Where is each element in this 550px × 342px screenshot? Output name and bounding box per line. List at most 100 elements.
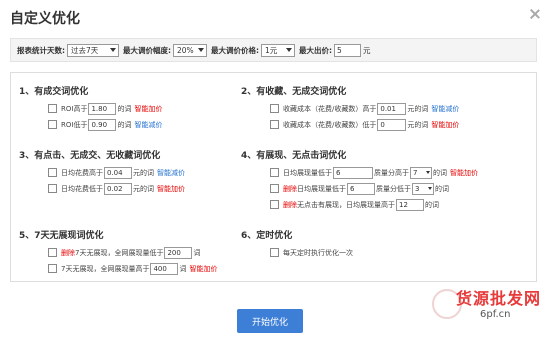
rule-checkbox[interactable] xyxy=(270,200,279,209)
delete-tag: 删除 xyxy=(283,184,297,193)
days-label: 报表统计天数: xyxy=(17,45,65,55)
impressions-high-input[interactable]: 12 xyxy=(396,198,424,211)
section-2: 2、有收藏、无成交词优化 收藏成本（花费/收藏数）高于 0.01 元的词 智能减… xyxy=(241,85,459,131)
network-impressions-high-input[interactable]: 400 xyxy=(150,262,179,275)
rule-text: 的词 xyxy=(425,200,439,209)
rule-text: ROI低于 xyxy=(61,120,88,129)
rule-row: 收藏成本（花费/收藏数）低于 0 元的词 智能加价 xyxy=(241,118,459,131)
rule-text: 的词 xyxy=(435,184,449,193)
daily-cost-low-input[interactable]: 0.02 xyxy=(104,182,132,195)
decrease-tag: 智能减价 xyxy=(157,168,185,177)
rule-checkbox[interactable] xyxy=(270,120,279,129)
rule-row: ROI高于 1.80 的词 智能加价 xyxy=(19,102,162,115)
max-bid-label: 最大出价: xyxy=(299,45,332,55)
watermark: 货源批发网 6pf.cn xyxy=(430,283,548,339)
rule-text: 7天无展现，全网展现量低于 xyxy=(75,248,164,257)
section-title: 5、7天无展现词优化 xyxy=(19,231,104,241)
rule-row: 日均花费低于 0.02 元的词 智能加价 xyxy=(19,182,185,195)
rule-text: 质量分低于 xyxy=(376,184,411,193)
max-bid-input[interactable]: 5 xyxy=(334,43,361,57)
rule-checkbox[interactable] xyxy=(270,168,279,177)
fav-cost-high-input[interactable]: 0.01 xyxy=(377,102,407,115)
rule-text: 元的词 xyxy=(407,104,429,113)
rule-text: 的词 xyxy=(117,120,132,129)
rule-row: 删除 7天无展现，全网展现量低于 200 词 xyxy=(19,246,217,259)
rule-checkbox[interactable] xyxy=(270,248,279,257)
chevron-down-icon xyxy=(426,171,430,174)
rule-checkbox[interactable] xyxy=(48,104,57,113)
roi-high-input[interactable]: 1.80 xyxy=(88,102,117,115)
rule-checkbox[interactable] xyxy=(48,248,57,257)
chevron-down-icon xyxy=(110,48,116,52)
rule-row: ROI低于 0.90 的词 智能减价 xyxy=(19,118,162,131)
chevron-down-icon xyxy=(198,48,204,52)
max-adjust-select[interactable]: 20% xyxy=(173,43,207,57)
rule-checkbox[interactable] xyxy=(48,168,57,177)
section-4: 4、有展现、无点击词优化 日均展现量低于 6 质量分高于 7 的词 智能加价 删… xyxy=(241,149,478,211)
rule-checkbox[interactable] xyxy=(270,104,279,113)
rule-text: 元的词 xyxy=(407,120,429,129)
watermark-url: 6pf.cn xyxy=(480,309,511,320)
quality-high-select[interactable]: 7 xyxy=(410,166,432,179)
rule-text: 收藏成本（花费/收藏数）低于 xyxy=(283,120,377,129)
rule-checkbox[interactable] xyxy=(48,120,57,129)
rule-text: ROI高于 xyxy=(61,104,88,113)
chevron-down-icon xyxy=(286,48,292,52)
rule-text: 元的词 xyxy=(133,168,154,177)
days-select[interactable]: 过去7天 xyxy=(67,43,119,57)
rule-text: 元的词 xyxy=(133,184,154,193)
max-price-select[interactable]: 1元 xyxy=(261,43,295,57)
section-3: 3、有点击、无成交、无收藏词优化 日均花费高于 0.04 元的词 智能减价 日均… xyxy=(19,149,185,195)
rule-checkbox[interactable] xyxy=(48,184,57,193)
max-adjust-label: 最大调价幅度: xyxy=(123,45,171,55)
rule-checkbox[interactable] xyxy=(270,184,279,193)
rule-row: 每天定时执行优化一次 xyxy=(241,246,353,259)
rule-row: 7天无展现，全网展现量高于 400 词 智能加价 xyxy=(19,262,217,275)
max-price-label: 最大调价价格: xyxy=(211,45,259,55)
section-title: 2、有收藏、无成交词优化 xyxy=(241,87,347,97)
delete-tag: 删除 xyxy=(283,200,297,209)
rule-text: 词 xyxy=(179,264,187,273)
rule-text: 日均花费低于 xyxy=(61,184,103,193)
increase-tag: 智能加价 xyxy=(189,264,218,273)
rule-text: 日均展现量低于 xyxy=(283,168,332,177)
section-title: 6、定时优化 xyxy=(241,231,293,241)
rule-checkbox[interactable] xyxy=(48,264,57,273)
roi-low-input[interactable]: 0.90 xyxy=(88,118,117,131)
rule-text: 每天定时执行优化一次 xyxy=(283,248,353,257)
rule-row: 日均花费高于 0.04 元的词 智能减价 xyxy=(19,166,185,179)
chevron-down-icon xyxy=(428,187,432,190)
rule-text: 7天无展现，全网展现量高于 xyxy=(61,264,150,273)
rule-text: 质量分高于 xyxy=(374,168,409,177)
rule-text: 词 xyxy=(193,248,201,257)
section-6: 6、定时优化 每天定时执行优化一次 xyxy=(241,229,353,259)
start-optimize-button[interactable]: 开始优化 xyxy=(237,309,303,333)
rule-text: 收藏成本（花费/收藏数）高于 xyxy=(283,104,377,113)
fav-cost-low-input[interactable]: 0 xyxy=(377,118,407,131)
impressions-low-input[interactable]: 6 xyxy=(333,166,373,179)
dialog-title: 自定义优化 xyxy=(10,11,80,27)
rule-text: 日均展现量低于 xyxy=(297,184,346,193)
max-bid-unit: 元 xyxy=(363,45,371,55)
watermark-text: 货源批发网 xyxy=(456,289,542,308)
section-1: 1、有成交词优化 ROI高于 1.80 的词 智能加价 ROI低于 0.90 的… xyxy=(19,85,162,131)
rule-row: 日均展现量低于 6 质量分高于 7 的词 智能加价 xyxy=(241,166,478,179)
section-title: 4、有展现、无点击词优化 xyxy=(241,151,347,161)
network-impressions-low-input[interactable]: 200 xyxy=(164,246,193,259)
rule-row: 收藏成本（花费/收藏数）高于 0.01 元的词 智能减价 xyxy=(241,102,459,115)
quality-low-select[interactable]: 3 xyxy=(412,182,434,195)
rules-panel: 1、有成交词优化 ROI高于 1.80 的词 智能加价 ROI低于 0.90 的… xyxy=(10,72,537,282)
settings-bar: 报表统计天数: 过去7天 最大调价幅度: 20% 最大调价价格: 1元 最大出价… xyxy=(10,38,537,62)
increase-tag: 智能加价 xyxy=(450,168,478,177)
decrease-tag: 智能减价 xyxy=(134,120,163,129)
section-title: 3、有点击、无成交、无收藏词优化 xyxy=(19,151,161,161)
decrease-tag: 智能减价 xyxy=(431,104,460,113)
rule-text: 日均花费高于 xyxy=(61,168,103,177)
increase-tag: 智能加价 xyxy=(134,104,163,113)
rule-row: 删除 日均展现量低于 6 质量分低于 3 的词 xyxy=(241,182,478,195)
section-title: 1、有成交词优化 xyxy=(19,87,89,97)
impressions-low-delete-input[interactable]: 6 xyxy=(347,182,375,195)
daily-cost-high-input[interactable]: 0.04 xyxy=(104,166,132,179)
rule-text: 无点击有展现，日均展现量高于 xyxy=(297,200,395,209)
close-icon[interactable] xyxy=(528,7,542,21)
